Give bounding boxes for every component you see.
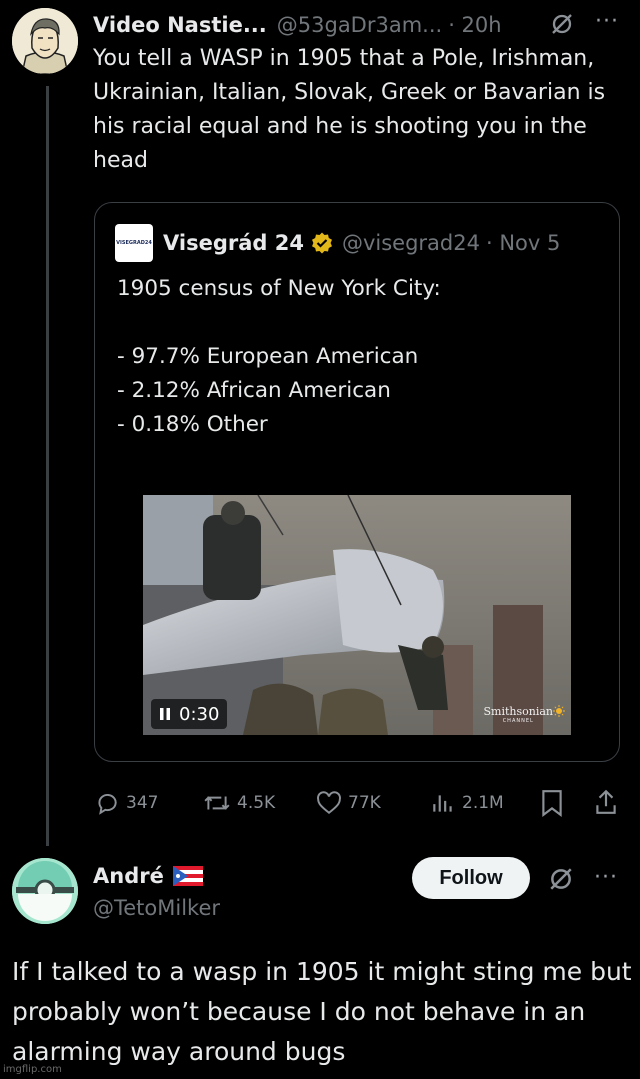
pause-icon[interactable] — [159, 707, 171, 721]
video-duration: 0:30 — [179, 703, 220, 725]
repost-count: 4.5K — [237, 793, 276, 813]
like-button[interactable]: 77K — [316, 786, 381, 820]
views-count: 2.1M — [462, 793, 504, 813]
follow-button[interactable]: Follow — [412, 857, 530, 899]
puerto-rico-flag-icon — [172, 866, 204, 886]
reply-button[interactable]: 347 — [94, 786, 158, 820]
reply-more-options-icon[interactable]: ··· — [594, 867, 618, 889]
share-icon[interactable] — [594, 788, 618, 820]
post-time[interactable]: · 20h — [448, 13, 501, 37]
imgflip-watermark: imgflip.com — [3, 1064, 62, 1075]
bookmark-icon[interactable] — [540, 789, 564, 821]
reply-grok-icon[interactable] — [548, 866, 574, 896]
views-icon — [433, 795, 452, 812]
quote-time[interactable]: · Nov 5 — [486, 231, 560, 255]
quote-avatar[interactable]: VISEGRAD24 — [115, 224, 153, 262]
verified-badge-icon — [310, 231, 334, 255]
quote-line-african: - 2.12% African American — [117, 378, 391, 403]
video-duration-badge[interactable]: 0:30 — [151, 699, 228, 729]
video-player[interactable]: 0:30 Smithsonian CHANNEL — [143, 495, 571, 735]
reply-handle[interactable]: @TetoMilker — [93, 894, 220, 922]
smithsonian-sub: CHANNEL — [502, 718, 534, 724]
quote-header: Visegrád 24 @visegrad24 · Nov 5 — [163, 228, 560, 258]
repost-icon — [204, 796, 230, 810]
quoted-post[interactable]: VISEGRAD24 Visegrád 24 @visegrad24 · Nov… — [94, 202, 620, 762]
quote-handle[interactable]: @visegrad24 — [342, 231, 480, 255]
author-handle[interactable]: @53gaDr3am... — [277, 13, 442, 37]
quote-author-name[interactable]: Visegrád 24 — [163, 231, 304, 255]
post-header: Video Nastie... @53gaDr3am... · 20h — [93, 10, 502, 40]
like-count: 77K — [348, 793, 381, 813]
heart-icon — [317, 791, 341, 814]
quote-line-european: - 97.7% European American — [117, 344, 419, 369]
views-button[interactable]: 2.1M — [430, 786, 504, 820]
repost-button[interactable]: 4.5K — [203, 786, 275, 820]
author-avatar[interactable] — [12, 8, 78, 74]
quote-line-title: 1905 census of New York City: — [117, 276, 441, 301]
quote-line-other: - 0.18% Other — [117, 412, 268, 437]
smithsonian-name: Smithsonian — [483, 705, 553, 718]
smithsonian-watermark: Smithsonian CHANNEL — [483, 706, 553, 725]
reply-author-name[interactable]: André — [93, 864, 164, 888]
quote-avatar-logo: VISEGRAD24 — [116, 240, 152, 246]
grok-icon[interactable] — [550, 12, 574, 40]
reply-avatar[interactable] — [12, 858, 78, 924]
sun-logo-icon — [553, 702, 565, 721]
reply-count: 347 — [126, 793, 159, 813]
post-text: You tell a WASP in 1905 that a Pole, Iri… — [93, 46, 606, 173]
reply-text: If I talked to a wasp in 1905 it might s… — [12, 957, 632, 1066]
reply-icon — [98, 793, 117, 815]
more-options-icon[interactable]: ··· — [595, 11, 619, 33]
reply-header: André — [93, 862, 204, 890]
thread-line — [46, 86, 49, 846]
author-name[interactable]: Video Nastie... — [93, 13, 267, 37]
